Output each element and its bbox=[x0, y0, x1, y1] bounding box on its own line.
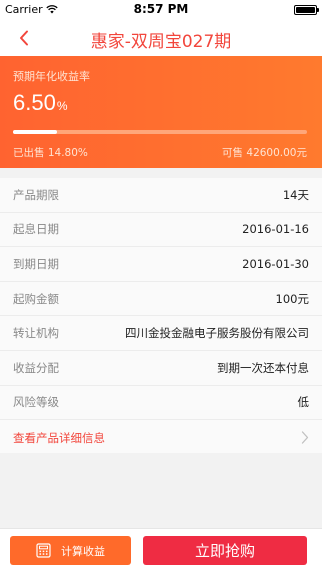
info-label: 收益分配 bbox=[13, 360, 59, 375]
status-bar: Carrier 8:57 PM bbox=[0, 0, 322, 20]
info-value: 四川金投金融电子服务股份有限公司 bbox=[125, 326, 309, 341]
bottom-action-bar: 计算收益 立即抢购 bbox=[0, 528, 322, 572]
info-value: 到期一次还本付息 bbox=[217, 360, 309, 375]
info-label: 风险等级 bbox=[13, 395, 59, 410]
battery-icon bbox=[294, 5, 319, 15]
rate-value-group: 6.50% bbox=[13, 90, 68, 116]
rate-label: 预期年化收益率 bbox=[13, 70, 90, 83]
sales-progress-bar bbox=[13, 130, 307, 134]
view-details-link[interactable]: 查看产品详细信息 bbox=[0, 420, 322, 457]
info-row-risk-level: 风险等级 低 bbox=[0, 386, 322, 421]
info-value: 2016-01-16 bbox=[242, 222, 309, 237]
rate-value: 6.50 bbox=[13, 90, 56, 115]
sold-percentage: 已出售 14.80% bbox=[13, 147, 88, 159]
buy-now-button[interactable]: 立即抢购 bbox=[143, 536, 307, 565]
yield-summary-panel: 预期年化收益率 6.50% 已出售 14.80% 可售 42600.00元 bbox=[0, 56, 322, 168]
info-row-institution: 转让机构 四川金投金融电子服务股份有限公司 bbox=[0, 316, 322, 351]
status-time: 8:57 PM bbox=[133, 2, 189, 16]
info-row-maturity-date: 到期日期 2016-01-30 bbox=[0, 247, 322, 282]
info-value: 100元 bbox=[275, 291, 309, 306]
info-label: 转让机构 bbox=[13, 326, 59, 341]
calculate-earnings-button[interactable]: 计算收益 bbox=[10, 536, 131, 565]
info-label: 起购金额 bbox=[13, 291, 59, 306]
chevron-right-icon bbox=[301, 431, 309, 444]
nav-bar: 惠家-双周宝027期 bbox=[0, 20, 322, 56]
info-label: 产品期限 bbox=[13, 187, 59, 202]
available-amount: 可售 42600.00元 bbox=[222, 147, 307, 159]
info-value: 2016-01-30 bbox=[242, 256, 309, 271]
section-divider bbox=[0, 168, 322, 178]
info-value: 14天 bbox=[282, 187, 309, 202]
page-title: 惠家-双周宝027期 bbox=[90, 32, 232, 52]
rate-unit: % bbox=[56, 99, 68, 113]
product-info-list: 产品期限 14天 起息日期 2016-01-16 到期日期 2016-01-30… bbox=[0, 178, 322, 457]
info-label: 到期日期 bbox=[13, 256, 59, 271]
sales-progress-fill bbox=[13, 130, 57, 134]
info-label: 起息日期 bbox=[13, 222, 59, 237]
info-row-term: 产品期限 14天 bbox=[0, 178, 322, 213]
calculator-icon bbox=[36, 543, 51, 558]
empty-background bbox=[0, 453, 322, 528]
info-row-min-purchase: 起购金额 100元 bbox=[0, 282, 322, 317]
info-row-start-date: 起息日期 2016-01-16 bbox=[0, 213, 322, 248]
view-details-label: 查看产品详细信息 bbox=[13, 430, 105, 445]
info-value: 低 bbox=[297, 395, 310, 410]
calculate-earnings-label: 计算收益 bbox=[61, 544, 105, 558]
info-row-distribution: 收益分配 到期一次还本付息 bbox=[0, 351, 322, 386]
